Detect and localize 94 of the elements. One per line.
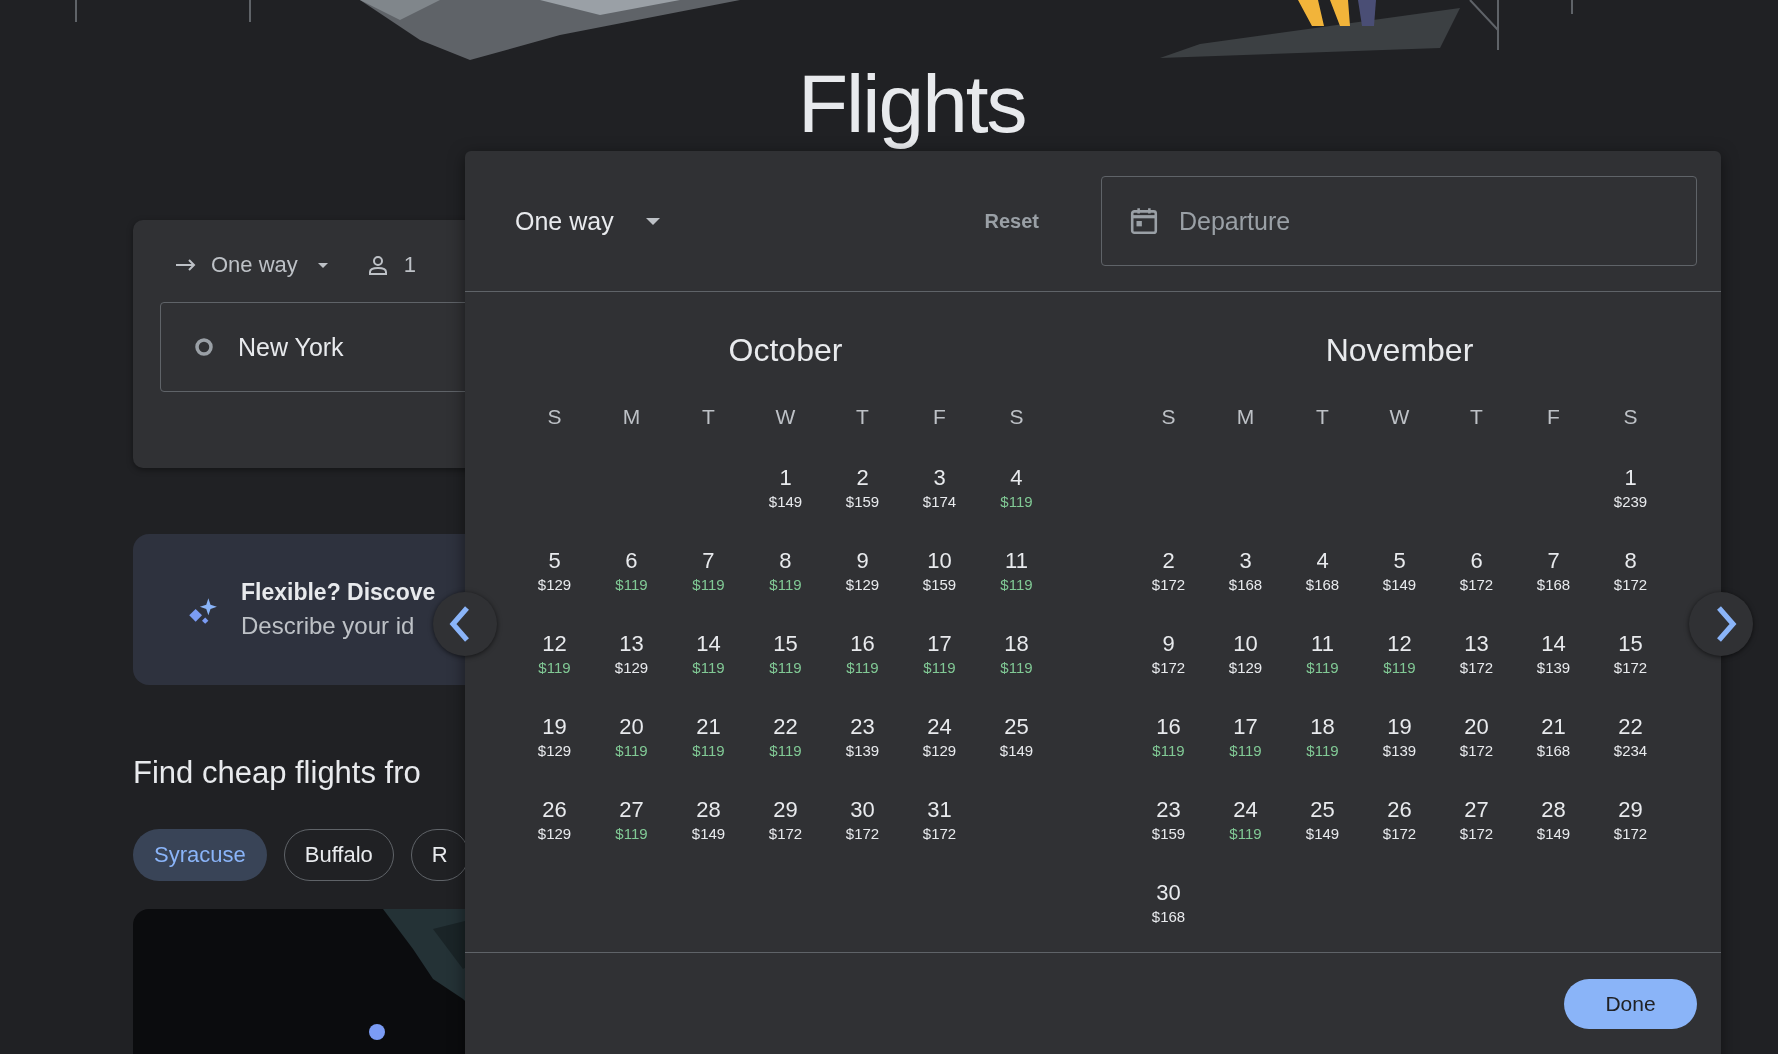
weekday-label: T	[1315, 404, 1330, 430]
weekday-label: T	[1469, 404, 1484, 430]
day-button[interactable]: 3 $174	[922, 465, 957, 510]
day-button[interactable]: 9 $172	[1151, 631, 1186, 676]
weekday-label: T	[855, 404, 870, 430]
reset-button[interactable]: Reset	[984, 209, 1039, 233]
trip-type-select[interactable]: One way	[173, 252, 328, 278]
weekday-label: W	[1388, 404, 1411, 430]
day-button[interactable]: 19 $139	[1382, 714, 1417, 759]
weekday-label: S	[1160, 404, 1177, 430]
weekday-label: M	[621, 404, 642, 430]
day-button[interactable]: 20 $119	[615, 714, 648, 759]
calendar-icon	[1129, 206, 1159, 236]
day-button[interactable]: 8 $172	[1613, 548, 1648, 593]
day-button[interactable]: 23 $139	[845, 714, 880, 759]
day-button[interactable]: 25 $149	[1305, 797, 1340, 842]
day-button[interactable]: 1 $149	[768, 465, 803, 510]
day-button[interactable]: 9 $129	[845, 548, 880, 593]
day-button[interactable]: 18 $119	[1000, 631, 1033, 676]
day-button[interactable]: 13 $129	[614, 631, 649, 676]
weekday-label: T	[701, 404, 716, 430]
day-button[interactable]: 6 $119	[615, 548, 648, 593]
section-title: Find cheap flights fro	[133, 755, 421, 791]
day-button[interactable]: 11 $119	[1000, 548, 1033, 593]
day-button[interactable]: 26 $129	[537, 797, 572, 842]
day-button[interactable]: 24 $119	[1229, 797, 1262, 842]
weekday-label: S	[1008, 404, 1025, 430]
day-button[interactable]: 28 $149	[1536, 797, 1571, 842]
day-button[interactable]: 12 $119	[1383, 631, 1416, 676]
passenger-select[interactable]: 1	[365, 252, 417, 278]
day-button[interactable]: 14 $139	[1536, 631, 1571, 676]
weekday-label: M	[1235, 404, 1256, 430]
weekday-label: S	[546, 404, 563, 430]
day-button[interactable]: 4 $119	[1000, 465, 1033, 510]
day-button[interactable]: 2 $172	[1151, 548, 1186, 593]
departure-field[interactable]: Departure	[1101, 176, 1697, 266]
day-button[interactable]: 10 $159	[922, 548, 957, 593]
weekday-label: S	[1622, 404, 1639, 430]
day-button[interactable]: 19 $129	[537, 714, 572, 759]
day-button[interactable]: 22 $119	[769, 714, 802, 759]
next-month-button[interactable]	[1689, 592, 1753, 656]
weekday-label: W	[774, 404, 797, 430]
day-button[interactable]: 18 $119	[1306, 714, 1339, 759]
caret-icon	[317, 262, 328, 268]
weekday-label: F	[1546, 404, 1561, 430]
day-button[interactable]: 11 $119	[1306, 631, 1339, 676]
circle-icon	[194, 337, 214, 357]
day-button[interactable]: 8 $119	[769, 548, 802, 593]
day-button[interactable]: 30 $168	[1151, 880, 1186, 925]
day-button[interactable]: 26 $172	[1382, 797, 1417, 842]
month-title: October	[728, 332, 843, 369]
day-button[interactable]: 5 $149	[1382, 548, 1417, 593]
day-button[interactable]: 20 $172	[1459, 714, 1494, 759]
day-button[interactable]: 31 $172	[922, 797, 957, 842]
weekday-label: F	[932, 404, 947, 430]
day-button[interactable]: 21 $168	[1536, 714, 1571, 759]
day-button[interactable]: 10 $129	[1228, 631, 1263, 676]
day-button[interactable]: 27 $119	[615, 797, 648, 842]
day-button[interactable]: 7 $119	[692, 548, 725, 593]
day-button[interactable]: 13 $172	[1459, 631, 1494, 676]
day-button[interactable]: 2 $159	[845, 465, 880, 510]
day-button[interactable]: 24 $129	[922, 714, 957, 759]
day-button[interactable]: 15 $119	[769, 631, 802, 676]
day-button[interactable]: 23 $159	[1151, 797, 1186, 842]
day-button[interactable]: 17 $119	[1229, 714, 1262, 759]
day-button[interactable]: 5 $129	[537, 548, 572, 593]
promo-text: Describe your id	[241, 612, 415, 640]
day-button[interactable]: 4 $168	[1305, 548, 1340, 593]
day-button[interactable]: 12 $119	[538, 631, 571, 676]
caret-icon	[645, 217, 660, 225]
page-title: Flights	[798, 57, 1026, 151]
month-title: November	[1325, 332, 1474, 369]
day-button[interactable]: 22 $234	[1613, 714, 1648, 759]
previous-month-button[interactable]	[433, 592, 497, 656]
day-button[interactable]: 29 $172	[768, 797, 803, 842]
day-button[interactable]: 17 $119	[923, 631, 956, 676]
trip-type-select[interactable]: One way	[515, 206, 660, 236]
day-button[interactable]: 7 $168	[1536, 548, 1571, 593]
day-button[interactable]: 28 $149	[691, 797, 726, 842]
day-button[interactable]: 25 $149	[999, 714, 1034, 759]
day-button[interactable]: 16 $119	[846, 631, 879, 676]
city-chip[interactable]: Syracuse	[133, 829, 267, 881]
day-button[interactable]: 3 $168	[1228, 548, 1263, 593]
day-button[interactable]: 16 $119	[1152, 714, 1185, 759]
day-button[interactable]: 1 $239	[1613, 465, 1648, 510]
done-button[interactable]: Done	[1564, 979, 1697, 1029]
day-button[interactable]: 30 $172	[845, 797, 880, 842]
day-button[interactable]: 15 $172	[1613, 631, 1648, 676]
day-button[interactable]: 29 $172	[1613, 797, 1648, 842]
day-button[interactable]: 6 $172	[1459, 548, 1494, 593]
day-button[interactable]: 27 $172	[1459, 797, 1494, 842]
day-button[interactable]: 14 $119	[692, 631, 725, 676]
day-button[interactable]: 21 $119	[692, 714, 725, 759]
promo-title: Flexible? Discove	[241, 579, 436, 606]
